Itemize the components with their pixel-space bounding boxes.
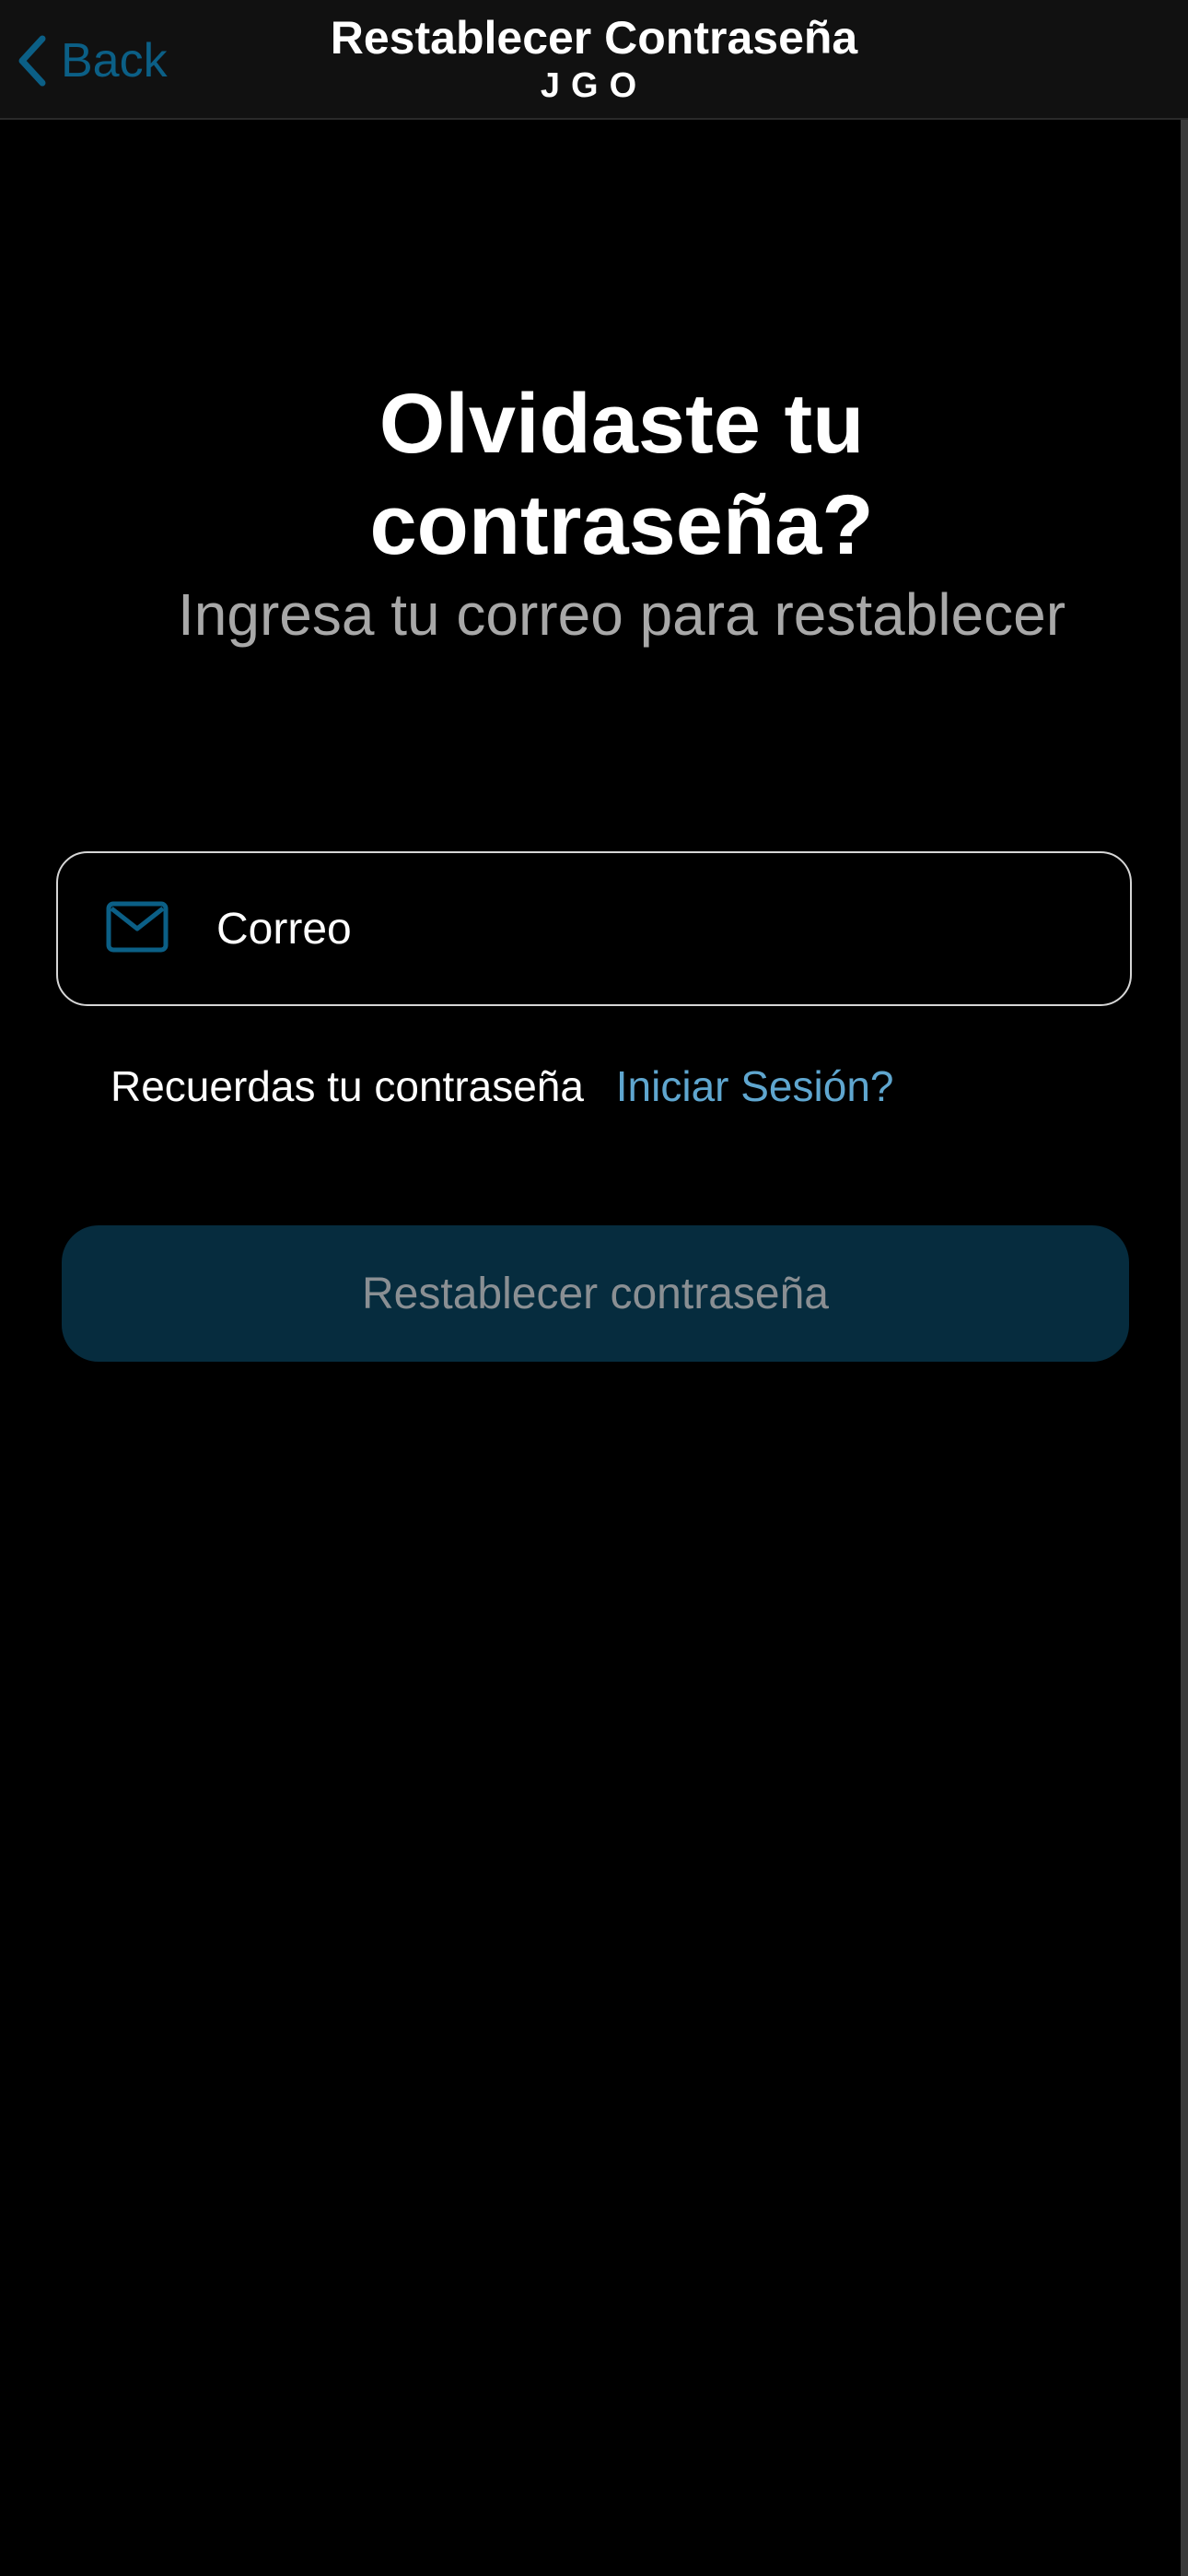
email-placeholder: Correo (216, 905, 352, 954)
headline-line-1: Olvidaste tu (379, 377, 865, 471)
mail-icon (106, 901, 169, 957)
headline-line-2: contraseña? (369, 478, 874, 573)
reset-password-button[interactable]: Restablecer contraseña (62, 1225, 1129, 1362)
email-field[interactable]: Correo (56, 851, 1132, 1006)
remember-password-row: Recuerdas tu contraseña Iniciar Sesión? (111, 1061, 893, 1112)
login-link[interactable]: Iniciar Sesión? (616, 1062, 894, 1110)
navigation-bar: Back Restablecer Contraseña JGO (0, 0, 1188, 120)
page-title: Restablecer Contraseña (330, 12, 858, 64)
headline: Olvidaste tu contraseña? (0, 373, 1188, 577)
app-subtitle: JGO (540, 66, 648, 105)
instruction-text: Ingresa tu correo para restablecer (177, 581, 1066, 648)
remember-password-text: Recuerdas tu contraseña (111, 1062, 584, 1110)
reset-password-label: Restablecer contraseña (362, 1269, 829, 1318)
